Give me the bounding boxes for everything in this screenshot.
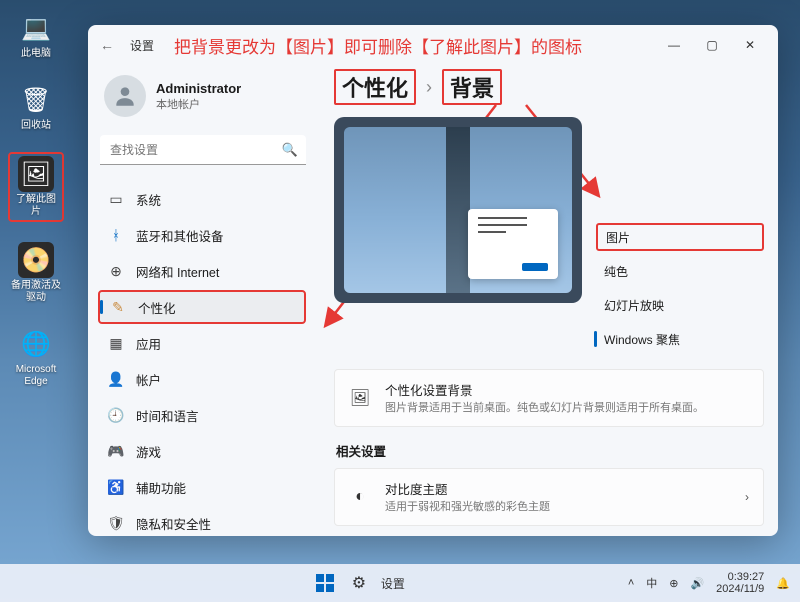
sidebar-item-network[interactable]: ⊕ 网络和 Internet (98, 254, 306, 288)
contrast-icon: ◐ (349, 486, 371, 508)
network-icon[interactable]: ⊕ (669, 577, 678, 590)
settings-window: ← 设置 把背景更改为【图片】即可删除【了解此图片】的图标 — ▢ ✕ Admi… (88, 25, 778, 536)
this-pc-icon: 💻 (18, 10, 54, 46)
avatar (104, 75, 146, 117)
sidebar-item-label: 应用 (136, 334, 161, 353)
sidebar-item-label: 隐私和安全性 (136, 514, 211, 533)
bg-option-picture[interactable]: 图片 (596, 223, 764, 251)
chevron-right-icon: › (426, 77, 432, 98)
maximize-button[interactable]: ▢ (698, 31, 726, 59)
card-subtitle: 适用于弱视和强光敏感的彩色主题 (385, 500, 550, 515)
backup-activate-icon: 📀 (18, 242, 54, 278)
start-button[interactable] (313, 571, 337, 595)
recycle-bin-icon: 🗑 (18, 82, 54, 118)
picture-icon: 🖼 (349, 387, 371, 409)
titlebar: ← 设置 把背景更改为【图片】即可删除【了解此图片】的图标 — ▢ ✕ (88, 25, 778, 65)
desktop-icon-backup-activate[interactable]: 📀备用激活及驱动 (8, 240, 64, 306)
desktop-icon-label: Microsoft Edge (10, 364, 62, 388)
privacy-icon: 🛡 (108, 515, 124, 531)
sidebar-item-apps[interactable]: ▦ 应用 (98, 326, 306, 360)
taskbar-app-label[interactable]: 设置 (381, 575, 405, 592)
user-name: Administrator (156, 81, 241, 96)
ime-indicator[interactable]: 中 (646, 575, 657, 591)
desktop-icon-label: 了解此图片 (12, 194, 60, 218)
personalize-background-card[interactable]: 🖼 个性化设置背景 图片背景适用于当前桌面。纯色或幻灯片背景则适用于所有桌面。 (334, 369, 764, 427)
sidebar-item-accessibility[interactable]: ♿ 辅助功能 (98, 470, 306, 504)
time-icon: 🕘 (108, 407, 124, 423)
content-area: 个性化 › 背景 图片纯色幻灯片放映 Windows 聚焦 (316, 65, 778, 536)
card-subtitle: 图片背景适用于当前桌面。纯色或幻灯片背景则适用于所有桌面。 (385, 401, 704, 416)
volume-icon[interactable]: 🔊 (690, 577, 704, 590)
preview-mock-window (468, 209, 558, 279)
annotation-text: 把背景更改为【图片】即可删除【了解此图片】的图标 (174, 33, 660, 58)
apps-icon: ▦ (108, 335, 124, 351)
personalization-icon: ✎ (110, 299, 126, 315)
nav-list: ▭ 系统 ᚼ 蓝牙和其他设备 ⊕ 网络和 Internet ✎ 个性化 ▦ 应用 👤 帐户 🕘 时间和语言… (96, 181, 310, 536)
close-button[interactable]: ✕ (736, 31, 764, 59)
sidebar-item-label: 时间和语言 (136, 406, 199, 425)
desktop-icon-learn-pic[interactable]: 🖼了解此图片 (8, 152, 64, 222)
desktop-icon-label: 回收站 (21, 120, 51, 132)
card-title: 对比度主题 (385, 479, 550, 498)
sidebar-item-personalization[interactable]: ✎ 个性化 (98, 290, 306, 324)
search-icon[interactable]: 🔍 (282, 142, 298, 158)
search-input[interactable] (100, 135, 306, 165)
desktop-icon-label: 此电脑 (21, 48, 51, 60)
network-icon: ⊕ (108, 263, 124, 279)
card-title: 个性化设置背景 (385, 380, 704, 399)
background-preview (334, 117, 582, 303)
learn-pic-icon: 🖼 (18, 156, 54, 192)
desktop-icon-this-pc[interactable]: 💻 此电脑 (8, 8, 64, 62)
bg-option-solid[interactable]: 纯色 (596, 257, 764, 285)
bg-option-slideshow[interactable]: 幻灯片放映 (596, 291, 764, 319)
sidebar-item-time[interactable]: 🕘 时间和语言 (98, 398, 306, 432)
sidebar-item-privacy[interactable]: 🛡 隐私和安全性 (98, 506, 306, 536)
tray-chevron-icon[interactable]: ˄ (628, 577, 634, 589)
desktop-icon-label: 备用激活及驱动 (10, 280, 62, 304)
sidebar-item-system[interactable]: ▭ 系统 (98, 182, 306, 216)
system-icon: ▭ (108, 191, 124, 207)
search-box: 🔍 (100, 135, 306, 165)
accessibility-icon: ♿ (108, 479, 124, 495)
taskbar: ⚙ 设置 ˄ 中 ⊕ 🔊 0:39:27 2024/11/9 🔔 (0, 564, 800, 602)
notifications-icon[interactable]: 🔔 (776, 577, 790, 590)
sidebar-item-label: 游戏 (136, 442, 161, 461)
accounts-icon: 👤 (108, 371, 124, 387)
user-block[interactable]: Administrator 本地帐户 (96, 71, 310, 127)
taskbar-settings-icon[interactable]: ⚙ (347, 571, 371, 595)
sidebar-item-label: 个性化 (138, 298, 176, 317)
user-type: 本地帐户 (156, 96, 241, 112)
sidebar-item-gaming[interactable]: 🎮 游戏 (98, 434, 306, 468)
bluetooth-icon: ᚼ (108, 227, 124, 243)
sidebar: Administrator 本地帐户 🔍 ▭ 系统 ᚼ 蓝牙和其他设备 ⊕ 网络和 Int… (88, 65, 316, 536)
edge-icon: 🌐 (18, 326, 54, 362)
desktop-icon-recycle-bin[interactable]: 🗑 回收站 (8, 80, 64, 134)
breadcrumb: 个性化 › 背景 (334, 69, 764, 105)
sidebar-item-label: 帐户 (136, 370, 161, 389)
minimize-button[interactable]: — (660, 31, 688, 59)
app-title: 设置 (130, 37, 154, 54)
sidebar-item-accounts[interactable]: 👤 帐户 (98, 362, 306, 396)
sidebar-item-label: 辅助功能 (136, 478, 186, 497)
sidebar-item-label: 系统 (136, 190, 161, 209)
desktop-icon-edge[interactable]: 🌐Microsoft Edge (8, 324, 64, 390)
breadcrumb-root[interactable]: 个性化 (334, 69, 416, 105)
back-button[interactable]: ← (96, 34, 118, 56)
related-settings-title: 相关设置 (336, 441, 764, 460)
breadcrumb-current: 背景 (442, 69, 502, 105)
bg-option-spotlight[interactable]: Windows 聚焦 (596, 325, 764, 353)
sidebar-item-bluetooth[interactable]: ᚼ 蓝牙和其他设备 (98, 218, 306, 252)
gaming-icon: 🎮 (108, 443, 124, 459)
chevron-right-icon: › (745, 490, 749, 504)
background-options: 图片纯色幻灯片放映 Windows 聚焦 (596, 117, 764, 353)
contrast-theme-card[interactable]: ◐ 对比度主题 适用于弱视和强光敏感的彩色主题 › (334, 468, 764, 526)
sidebar-item-label: 网络和 Internet (136, 262, 219, 281)
clock[interactable]: 0:39:27 2024/11/9 (716, 571, 764, 595)
sidebar-item-label: 蓝牙和其他设备 (136, 226, 224, 245)
